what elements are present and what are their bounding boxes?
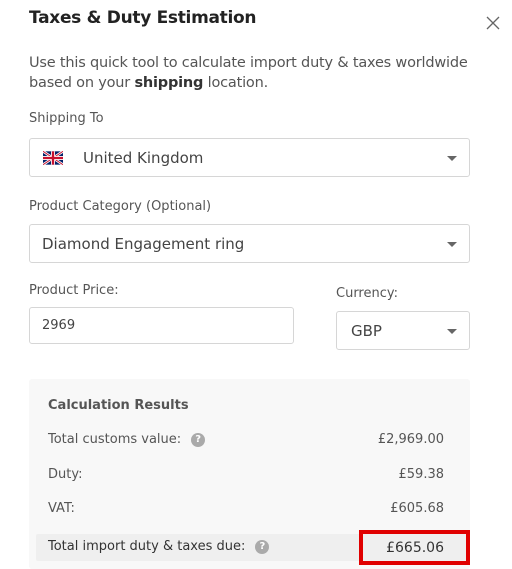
currency-label: Currency: [336, 286, 399, 301]
currency-value: GBP [351, 321, 382, 340]
shipping-label: Shipping To [29, 111, 104, 126]
description-bold: shipping [134, 75, 204, 91]
total-value-highlight: £665.06 [359, 530, 470, 565]
shipping-value: United Kingdom [83, 148, 204, 167]
description: Use this quick tool to calculate import … [29, 53, 469, 93]
chevron-down-icon [447, 155, 457, 161]
row-label: Duty: [48, 467, 83, 482]
row-value: £605.68 [390, 501, 444, 516]
shipping-select[interactable]: United Kingdom [29, 138, 470, 177]
total-label-wrap: Total import duty & taxes due:? [48, 539, 270, 554]
result-row: Total customs value:? £2,969.00 [48, 432, 444, 447]
result-row: Duty: £59.38 [48, 467, 444, 482]
help-icon[interactable]: ? [191, 432, 206, 447]
total-value: £665.06 [386, 539, 444, 556]
price-input[interactable]: 2969 [29, 307, 294, 344]
help-icon[interactable]: ? [255, 539, 270, 554]
price-value: 2969 [42, 318, 76, 333]
total-label: Total import duty & taxes due: [48, 539, 246, 554]
row-label: VAT: [48, 501, 75, 516]
currency-select[interactable]: GBP [336, 311, 470, 350]
category-label: Product Category (Optional) [29, 199, 212, 214]
row-value: £2,969.00 [377, 432, 444, 447]
category-value: Diamond Engagement ring [42, 234, 245, 253]
close-icon[interactable] [484, 14, 502, 32]
dialog-title: Taxes & Duty Estimation [29, 8, 257, 28]
chevron-down-icon [447, 328, 457, 334]
description-text-end: location. [203, 75, 269, 91]
category-select[interactable]: Diamond Engagement ring [29, 224, 470, 263]
results-panel: Calculation Results Total customs value:… [29, 379, 470, 569]
uk-flag-icon [43, 150, 63, 165]
chevron-down-icon [447, 241, 457, 247]
row-label: Total customs value: [48, 432, 182, 447]
row-value: £59.38 [398, 467, 445, 482]
result-row: VAT: £605.68 [48, 501, 444, 516]
results-heading: Calculation Results [48, 398, 189, 413]
price-label: Product Price: [29, 283, 119, 298]
